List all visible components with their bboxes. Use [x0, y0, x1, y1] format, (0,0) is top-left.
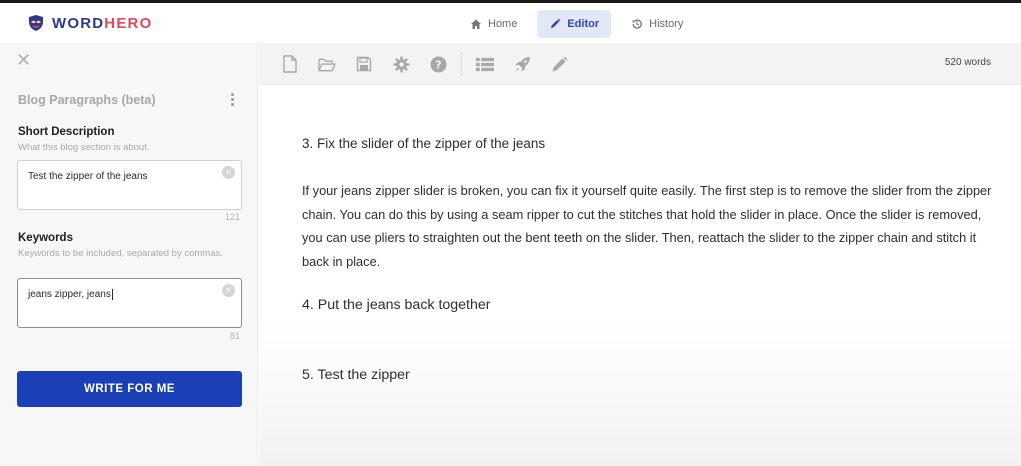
settings-icon[interactable] — [392, 55, 410, 73]
document-editor[interactable]: 3. Fix the slider of the zipper of the j… — [259, 86, 1021, 466]
pencil-icon[interactable] — [550, 55, 568, 73]
short-description-label: Short Description — [18, 126, 115, 138]
section-heading-3: 3. Fix the slider of the zipper of the j… — [302, 136, 546, 151]
nav-home-label: Home — [488, 18, 518, 30]
wordhero-logo-text: WORD HERO — [52, 15, 152, 32]
short-description-help: What this blog section is about. — [18, 142, 150, 153]
new-document-icon[interactable] — [281, 55, 299, 73]
history-icon — [632, 19, 642, 29]
nav-editor-label: Editor — [567, 18, 600, 30]
short-description-value: Test the zipper of the jeans — [28, 171, 148, 182]
word-count: 520 words — [944, 57, 991, 68]
home-icon — [471, 19, 481, 29]
logo-hero: HERO — [104, 14, 153, 32]
section-heading-5: 5. Test the zipper — [302, 367, 410, 383]
svg-text:?: ? — [435, 58, 441, 71]
section-heading-4: 4. Put the jeans back together — [302, 297, 491, 313]
app-header: WORD HERO Home Editor History — [0, 3, 1021, 43]
nav-home[interactable]: Home — [458, 10, 529, 38]
short-description-counter: 121 — [224, 212, 240, 222]
keywords-counter: 81 — [229, 331, 240, 341]
nav-history-label: History — [649, 18, 684, 30]
tool-title: Blog Paragraphs (beta) — [18, 93, 156, 107]
editor-toolbar: ? 520 words — [259, 43, 1021, 85]
text-caret — [111, 289, 113, 300]
keywords-input[interactable]: jeans zipper, jeans × — [17, 278, 242, 328]
keywords-label: Keywords — [18, 232, 73, 244]
help-icon[interactable]: ? — [429, 55, 447, 73]
main-nav: Home Editor History — [458, 10, 695, 38]
keywords-value: jeans zipper, jeans — [28, 289, 111, 301]
close-icon[interactable]: ✕ — [16, 51, 34, 69]
logo-word: WORD — [52, 14, 105, 32]
pencil-icon — [551, 18, 561, 28]
section-paragraph-3: If your jeans zipper slider is broken, y… — [302, 183, 992, 269]
nav-editor[interactable]: Editor — [537, 10, 612, 38]
wordhero-logo[interactable]: WORD HERO — [26, 12, 152, 34]
wordhero-logo-icon — [29, 15, 43, 31]
write-for-me-button[interactable]: WRITE FOR ME — [17, 371, 242, 407]
rocket-icon[interactable] — [513, 55, 531, 73]
save-icon[interactable] — [355, 55, 373, 73]
toolbar-icons: ? — [281, 52, 587, 76]
tool-sidebar: ✕ Blog Paragraphs (beta) Short Descripti… — [0, 43, 258, 466]
keywords-help: Keywords to be included, separated by co… — [18, 248, 223, 259]
clear-short-description-icon[interactable]: × — [222, 166, 235, 179]
toolbar-separator — [461, 52, 462, 76]
short-description-input[interactable]: Test the zipper of the jeans × — [17, 160, 242, 210]
more-options-icon[interactable] — [228, 93, 236, 109]
list-icon[interactable] — [476, 55, 494, 73]
nav-history[interactable]: History — [619, 10, 695, 38]
clear-keywords-icon[interactable]: × — [222, 284, 235, 297]
open-folder-icon[interactable] — [318, 55, 336, 73]
